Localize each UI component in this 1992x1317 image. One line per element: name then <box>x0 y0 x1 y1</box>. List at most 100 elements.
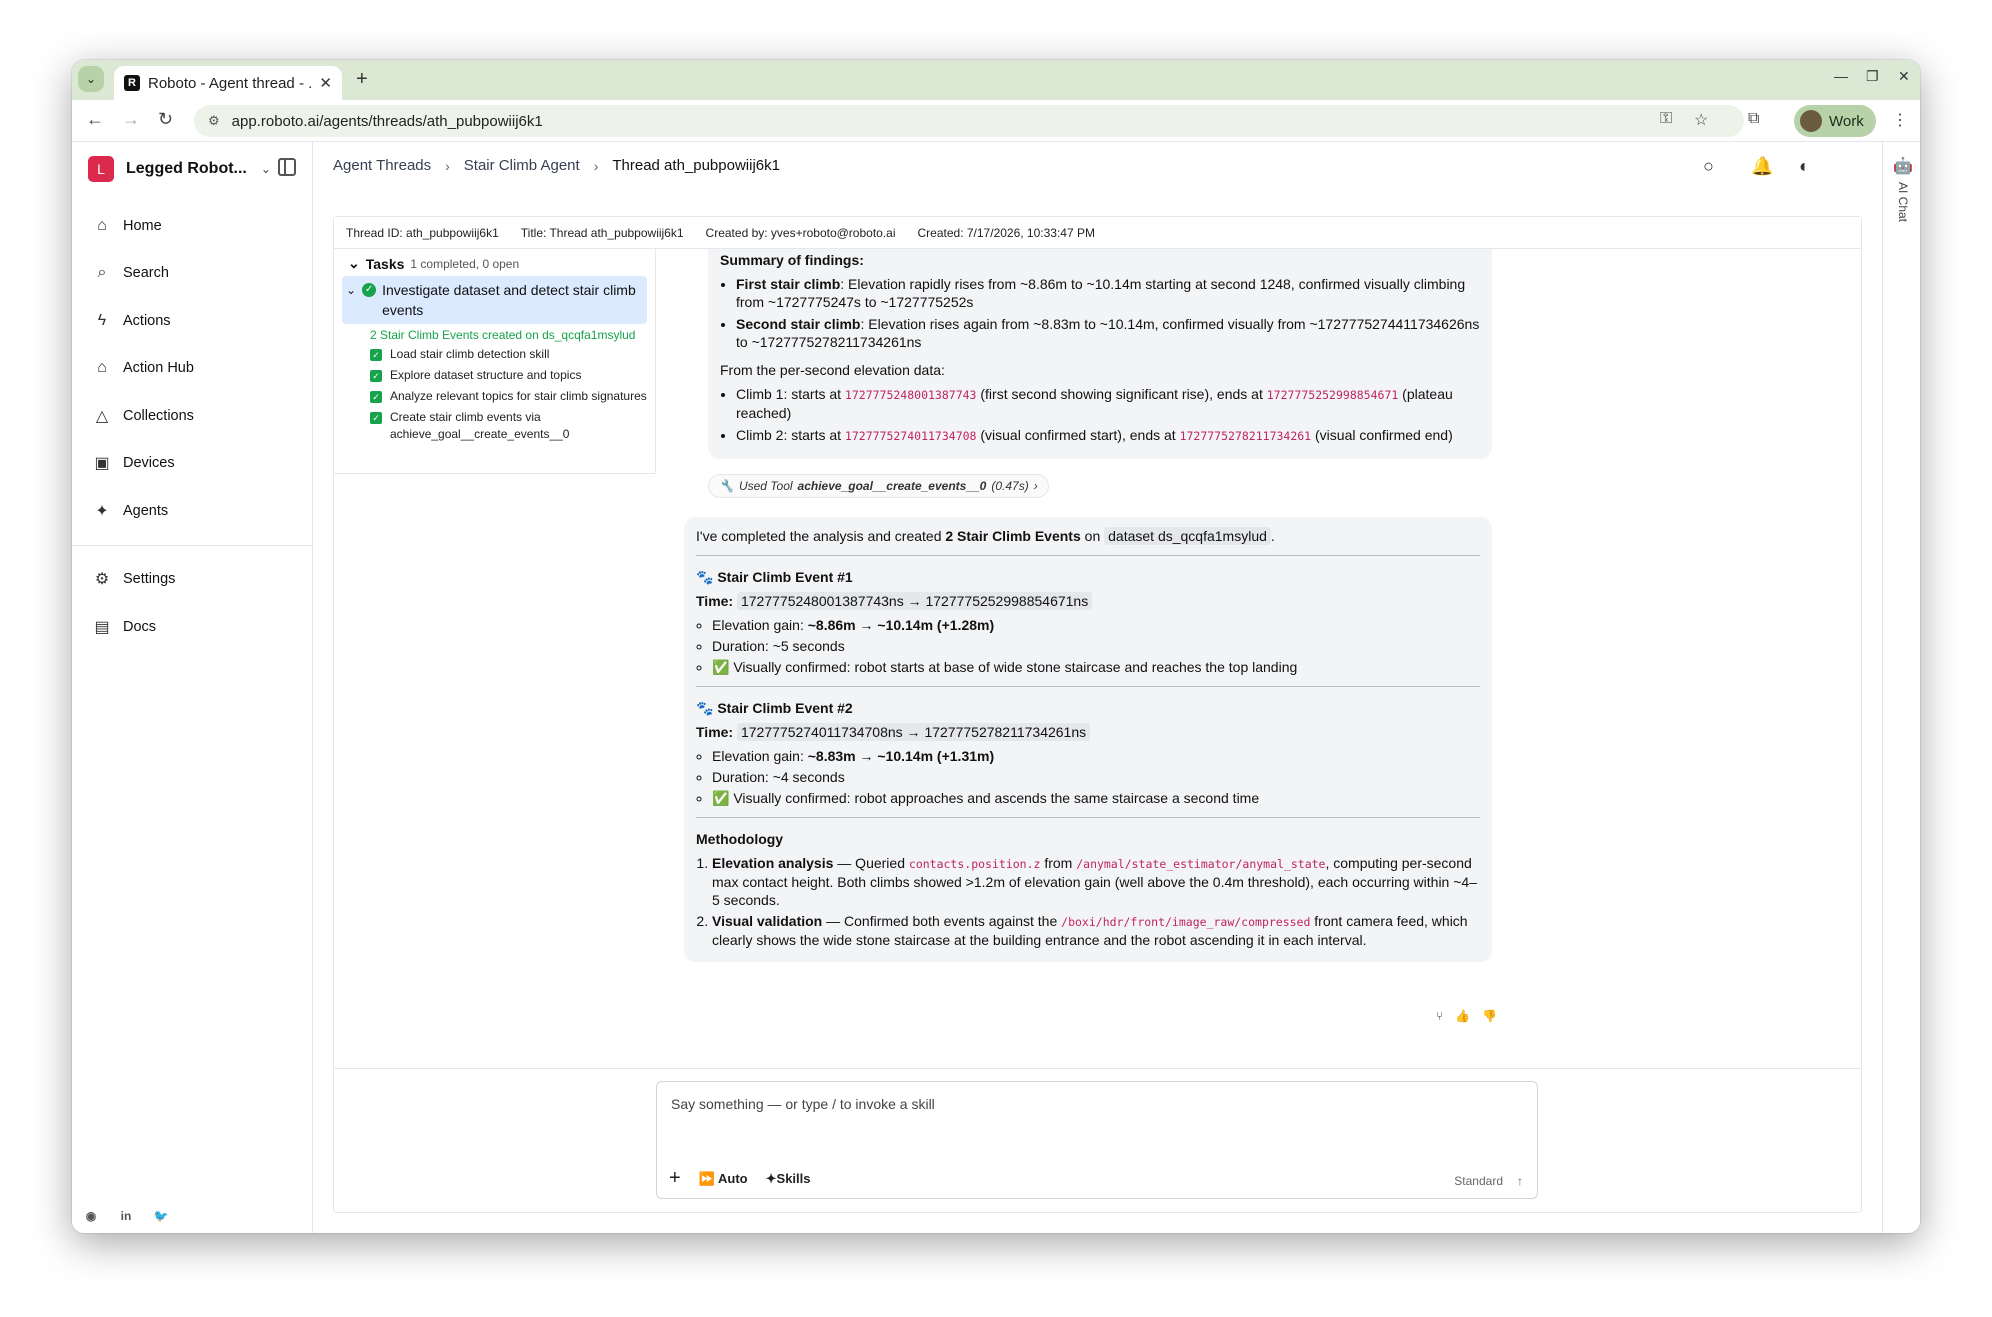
theme-toggle-icon[interactable]: ◐ <box>1799 156 1810 177</box>
profile-button[interactable]: Work <box>1794 105 1876 137</box>
org-switcher[interactable]: L Legged Robot... ⌄ <box>88 154 271 184</box>
ai-chat-rail[interactable]: 🤖 AI Chat <box>1882 142 1920 1233</box>
password-key-icon[interactable]: ⚿ <box>1660 110 1672 128</box>
divider <box>696 555 1480 556</box>
sidebar-item-devices[interactable]: ▣ Devices <box>72 440 312 488</box>
skills-button[interactable]: ✦Skills <box>766 1171 811 1187</box>
checkbox-checked-icon: ✓ <box>370 412 382 424</box>
doc-icon: ▤ <box>94 618 110 636</box>
thread-meta-bar: Thread ID: ath_pubpowiij6k1 Title: Threa… <box>334 217 1861 249</box>
sidebar-item-action-hub[interactable]: ⌂ Action Hub <box>72 345 312 393</box>
methodology-title: Methodology <box>696 831 784 847</box>
tasks-header[interactable]: ⌄ Tasks 1 completed, 0 open <box>342 255 647 272</box>
url-field[interactable]: ⚙ app.roboto.ai/agents/threads/ath_pubpo… <box>194 105 1744 137</box>
site-info-icon[interactable]: ⚙ <box>208 113 220 129</box>
findings-list: First stair climb: Elevation rapidly ris… <box>720 275 1480 351</box>
composer-placeholder[interactable]: Say something — or type / to invoke a sk… <box>671 1096 935 1112</box>
reload-icon[interactable]: ↻ <box>158 109 173 130</box>
branch-icon[interactable]: ⑂ <box>1436 1009 1443 1023</box>
climbs-list: Climb 1: starts at 1727775248001387743 (… <box>720 385 1480 445</box>
tool-call-chip[interactable]: 🔧 Used Tool achieve_goal__create_events_… <box>708 474 1049 498</box>
github-icon[interactable]: ◉ <box>82 1207 100 1225</box>
time-range: 1727775274011734708ns → 1727775278211734… <box>736 723 1091 741</box>
url-text: app.roboto.ai/agents/threads/ath_pubpowi… <box>231 112 543 130</box>
robot-icon: 🤖 <box>1893 158 1913 175</box>
subtask-item: ✓ Explore dataset structure and topics <box>342 367 647 384</box>
tool-name: achieve_goal__create_events__0 <box>797 479 987 493</box>
chevron-down-icon: ⌄ <box>260 162 271 176</box>
checkbox-checked-icon: ✓ <box>370 391 382 403</box>
sidebar-item-home[interactable]: ⌂ Home <box>72 202 312 250</box>
inline-code: 1727775252998854671 <box>1266 388 1399 402</box>
sidebar-item-docs[interactable]: ▤ Docs <box>72 603 312 651</box>
add-attachment-icon[interactable]: + <box>669 1167 681 1190</box>
subtask-item: ✓ Create stair climb events via achieve_g… <box>342 409 647 443</box>
collapse-sidebar-icon[interactable] <box>278 158 296 176</box>
fast-forward-icon: ⏩ <box>698 1170 715 1186</box>
shapes-icon: △ <box>95 407 109 425</box>
search-icon[interactable]: ○ <box>1703 156 1714 177</box>
chevron-down-icon: ⌄ <box>346 283 357 297</box>
tab-search-dropdown[interactable]: ⌄ <box>78 66 104 92</box>
inline-code: /boxi/hdr/front/image_raw/compressed <box>1061 915 1311 929</box>
browser-tab-active[interactable]: R Roboto - Agent thread - ... ✕ <box>114 66 342 100</box>
address-bar: ← → ↻ ⚙ app.roboto.ai/agents/threads/ath… <box>72 100 1920 142</box>
breadcrumb-stair-climb-agent[interactable]: Stair Climb Agent <box>464 157 580 174</box>
sidebar-item-collections[interactable]: △ Collections <box>72 392 312 440</box>
sidebar-item-label: Settings <box>123 571 176 588</box>
tool-prefix: Used Tool <box>738 479 793 493</box>
subtask-label: Explore dataset structure and topics <box>390 368 582 382</box>
task-main-label: Investigate dataset and detect stair cli… <box>382 282 636 318</box>
send-arrow-icon[interactable]: ↑ <box>1517 1174 1523 1188</box>
subtask-item: ✓ Load stair climb detection skill <box>342 346 647 363</box>
breadcrumb-agent-threads[interactable]: Agent Threads <box>333 157 431 174</box>
checkbox-checked-icon: ✓ <box>370 349 382 361</box>
back-icon[interactable]: ← <box>86 109 104 130</box>
intro-text: . <box>1270 528 1275 544</box>
bookmark-star-icon[interactable]: ☆ <box>1694 110 1708 130</box>
time-label: Time: <box>696 593 734 609</box>
sidebar-item-actions[interactable]: ϟ Actions <box>72 297 312 345</box>
restore-icon[interactable]: ❐ <box>1866 68 1879 85</box>
event-1-time: Time: 1727775248001387743ns → 1727775252… <box>696 592 1480 610</box>
tab-title: Roboto - Agent thread - ... <box>148 74 314 92</box>
sidebar-item-agents[interactable]: ✦ Agents <box>72 487 312 535</box>
chevron-right-icon: › <box>593 157 599 174</box>
new-tab-button[interactable]: + <box>356 68 368 91</box>
thumbs-down-icon[interactable]: 👎 <box>1482 1009 1497 1023</box>
dataset-link[interactable]: dataset ds_qcqfa1msylud <box>1104 527 1271 545</box>
tab-close-icon[interactable]: ✕ <box>319 74 332 92</box>
task-main-item[interactable]: ⌄ ✓ Investigate dataset and detect stair… <box>342 276 647 324</box>
forward-icon[interactable]: → <box>122 109 140 130</box>
model-selector[interactable]: Standard <box>1454 1174 1503 1188</box>
extensions-icon[interactable]: ⧉ <box>1748 110 1759 128</box>
top-bar: Agent Threads › Stair Climb Agent › Thre… <box>313 142 1882 192</box>
twitter-icon[interactable]: 🐦 <box>152 1207 170 1225</box>
composer-area: Say something — or type / to invoke a sk… <box>334 1068 1861 1212</box>
linkedin-icon[interactable]: in <box>117 1207 135 1225</box>
social-links: ◉ in 🐦 <box>82 1207 170 1225</box>
sidebar-item-search[interactable]: ⌕ Search <box>72 250 312 298</box>
bell-icon[interactable]: 🔔 <box>1751 156 1773 177</box>
sidebar-nav: ⌂ Home ⌕ Search ϟ Actions ⌂ Action Hub △ Coll… <box>72 202 312 651</box>
inline-code: 1727775274011734708 <box>844 429 977 443</box>
chevron-down-icon: ⌄ <box>348 255 360 271</box>
sparkle-icon: ✦ <box>765 1170 777 1186</box>
sidebar-item-label: Home <box>123 217 162 234</box>
tasks-title: Tasks <box>365 255 405 272</box>
finding-title: First stair climb <box>736 276 841 292</box>
minimize-icon[interactable]: — <box>1834 68 1848 84</box>
list-item: ✅ Visually confirmed: robot starts at ba… <box>712 658 1480 676</box>
assistant-message-findings: Summary of findings: First stair climb: … <box>708 249 1492 459</box>
list-item: Visual validation — Confirmed both event… <box>712 912 1480 949</box>
intro-text: on <box>1080 528 1105 544</box>
auto-mode-button[interactable]: ⏩ Auto <box>699 1171 748 1187</box>
auto-label: Auto <box>718 1170 748 1186</box>
thumbs-up-icon[interactable]: 👍 <box>1455 1009 1470 1023</box>
message-feedback: ⑂ 👍 👎 <box>1436 1009 1497 1023</box>
browser-menu-icon[interactable]: ⋮ <box>1892 110 1908 130</box>
message-composer[interactable]: Say something — or type / to invoke a sk… <box>656 1081 1538 1199</box>
climb-text: (visual confirmed start), ends at <box>976 427 1180 443</box>
sidebar-item-settings[interactable]: ⚙ Settings <box>72 556 312 604</box>
close-window-icon[interactable]: ✕ <box>1898 68 1910 85</box>
